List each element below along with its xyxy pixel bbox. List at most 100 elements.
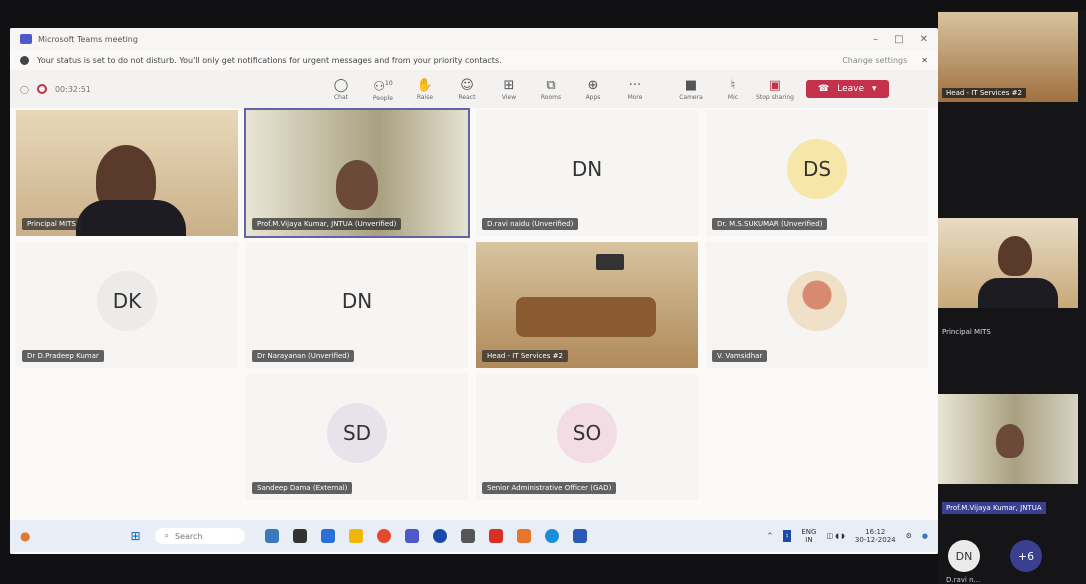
shield-icon: ◯	[20, 84, 29, 94]
chat-button[interactable]: ◯ Chat	[320, 78, 362, 101]
participant-name: Principal MITS	[22, 218, 81, 230]
more-icon: ···	[628, 77, 642, 93]
mic-button[interactable]: ♮ Mic	[712, 78, 754, 101]
avatar: DN	[341, 289, 373, 313]
camera-button[interactable]: ■ Camera	[670, 78, 712, 101]
app-icon[interactable]	[460, 529, 475, 543]
participant-tile[interactable]: Prof.M.Vijaya Kumar, JNTUA (Unverified)	[244, 108, 470, 238]
teams-window: Microsoft Teams meeting – □ ✕ Your statu…	[10, 28, 938, 554]
strip-tile[interactable]: Head - IT Services #2	[938, 12, 1078, 102]
avatar: SD	[327, 403, 387, 463]
avatar: DN	[571, 157, 603, 181]
meeting-timer: 00:32:51	[54, 84, 91, 94]
participant-name: Sandeep Dama (External)	[252, 482, 353, 494]
hand-icon: ✋	[416, 77, 434, 93]
strip-tile-name: Principal MITS	[942, 328, 991, 336]
avatar: DK	[97, 271, 157, 331]
participant-tile[interactable]: DK Dr D.Pradeep Kumar	[16, 242, 238, 368]
stop-sharing-button[interactable]: ▣ Stop sharing	[754, 78, 796, 101]
strip-tile[interactable]	[938, 394, 1078, 484]
dismiss-icon[interactable]: ✕	[921, 56, 928, 65]
avatar: DS	[787, 139, 847, 199]
system-tray: ^ ♮ ENG IN ◫ ◖ ◗ 16:12 30-12-2024 ⚙ ●	[767, 528, 928, 544]
strip-tile-name: Prof.M.Vijaya Kumar, JNTUA	[942, 502, 1046, 514]
mic-icon[interactable]: ♮	[782, 530, 792, 542]
app-icon[interactable]	[572, 529, 587, 543]
more-button[interactable]: ··· More	[614, 78, 656, 101]
more-participants-button[interactable]: +6	[1010, 540, 1042, 572]
participant-name: Prof.M.Vijaya Kumar, JNTUA (Unverified)	[252, 218, 402, 230]
avatar: SO	[557, 403, 617, 463]
participant-name: Dr Narayanan (Unverified)	[252, 350, 355, 362]
app-icon[interactable]	[292, 529, 307, 543]
chrome-icon[interactable]	[376, 529, 391, 543]
minimize-icon[interactable]: –	[873, 34, 878, 45]
chat-icon: ◯	[333, 77, 349, 93]
teams-icon	[20, 34, 32, 44]
participant-tile[interactable]: V. Vamsidhar	[706, 242, 928, 368]
camera-icon: ■	[684, 77, 698, 93]
participant-tile[interactable]: SD Sandeep Dama (External)	[246, 374, 468, 500]
chevron-up-icon[interactable]: ^	[767, 532, 773, 540]
view-icon: ⊞	[503, 77, 515, 93]
react-button[interactable]: ☺ React	[446, 78, 488, 101]
app-icon[interactable]	[320, 529, 335, 543]
rooms-button[interactable]: ⧉ Rooms	[530, 78, 572, 101]
people-button[interactable]: ⚇10 People	[362, 76, 404, 102]
view-button[interactable]: ⊞ View	[488, 78, 530, 101]
mic-icon: ♮	[730, 77, 736, 93]
avatar-name: D.ravi n...	[946, 576, 981, 584]
react-icon: ☺	[460, 77, 474, 93]
app-icon[interactable]	[516, 529, 531, 543]
apps-button[interactable]: ⊕ Apps	[572, 78, 614, 101]
windows-taskbar: ● ⊞ ⌕ Search ^ ♮ ENG IN ◫ ◖ ◗ 16:12 30-12-…	[10, 520, 938, 552]
notification-icon[interactable]: ●	[922, 532, 928, 540]
avatar[interactable]: DN	[948, 540, 980, 572]
network-icon[interactable]: ◫ ◖ ◗	[826, 532, 844, 540]
app-icon[interactable]	[264, 529, 279, 543]
participant-tile[interactable]: Principal MITS	[16, 110, 238, 236]
close-icon[interactable]: ✕	[920, 34, 928, 45]
participant-name: Dr D.Pradeep Kumar	[22, 350, 104, 362]
raise-button[interactable]: ✋ Raise	[404, 78, 446, 101]
participant-name: D.ravi naidu (Unverified)	[482, 218, 579, 230]
edge-icon[interactable]	[544, 529, 559, 543]
leave-button[interactable]: ☎ Leave ▾	[806, 80, 889, 98]
settings-icon[interactable]: ⚙	[906, 532, 912, 540]
teams-icon[interactable]	[404, 529, 419, 543]
dnd-banner: Your status is set to do not disturb. Yo…	[10, 50, 938, 70]
avatar	[787, 271, 847, 331]
phone-icon: ☎	[818, 84, 830, 94]
participant-name: V. Vamsidhar	[712, 350, 768, 362]
participant-grid: Principal MITS Prof.M.Vijaya Kumar, JNTU…	[10, 108, 938, 554]
rooms-icon: ⧉	[546, 77, 556, 93]
maximize-icon[interactable]: □	[894, 34, 903, 45]
start-icon[interactable]: ⊞	[130, 529, 140, 543]
participant-tile[interactable]: DN D.ravi naidu (Unverified)	[476, 110, 698, 236]
recording-icon	[36, 84, 47, 94]
participant-video	[336, 160, 378, 210]
clock[interactable]: 16:12 30-12-2024	[855, 528, 896, 544]
participant-tile[interactable]: SO Senior Administrative Officer (GAD)	[476, 374, 698, 500]
participant-tile[interactable]: DN Dr Narayanan (Unverified)	[246, 242, 468, 368]
strip-tile[interactable]	[938, 218, 1078, 308]
window-controls: – □ ✕	[873, 34, 928, 45]
change-settings-link[interactable]: Change settings	[842, 56, 907, 65]
weather-icon[interactable]: ●	[20, 529, 30, 543]
participant-name: Dr. M.S.SUKUMAR (Unverified)	[712, 218, 828, 230]
window-title: Microsoft Teams meeting	[38, 34, 138, 44]
meeting-status: ◯ 00:32:51	[20, 84, 320, 94]
participant-tile[interactable]: DS Dr. M.S.SUKUMAR (Unverified)	[706, 110, 928, 236]
overflow-avatars: DN +6	[948, 540, 1042, 572]
meeting-toolbar: ◯ 00:32:51 ◯ Chat ⚇10 People ✋ Raise ☺ React…	[10, 70, 938, 108]
participant-name: Senior Administrative Officer (GAD)	[482, 482, 617, 494]
photo-frame: Microsoft Teams meeting – □ ✕ Your statu…	[0, 0, 1086, 584]
participant-tile[interactable]: Head - IT Services #2	[476, 242, 698, 368]
participant-strip: Head - IT Services #2 Principal MITS Pro…	[938, 10, 1086, 584]
folder-icon[interactable]	[348, 529, 363, 543]
people-icon: ⚇10	[373, 79, 393, 95]
pdf-icon[interactable]	[488, 529, 503, 543]
search-box[interactable]: ⌕ Search	[154, 528, 245, 544]
app-icon[interactable]	[432, 529, 447, 543]
language-indicator[interactable]: ENG IN	[801, 528, 816, 544]
